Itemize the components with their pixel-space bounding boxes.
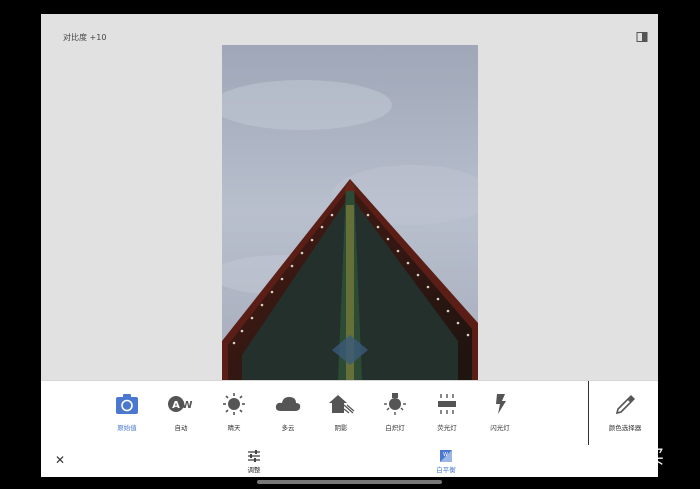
tab-white-balance[interactable]: W 白平衡 [426, 450, 466, 474]
contrast-status: 对比度 +10 [63, 33, 107, 42]
svg-text:A: A [172, 400, 180, 411]
close-icon[interactable]: ✕ [55, 454, 65, 466]
wb-label: 晴天 [227, 424, 241, 432]
tune-icon [248, 450, 260, 462]
device-frame: 对比度 +10 原始值 A W 自动 晴天 多云 阴影 白炽灯 荧光灯 闪光灯 … [0, 0, 700, 489]
wb-label: 闪光灯 [490, 424, 510, 432]
wb-label: 多云 [281, 424, 295, 432]
color-picker-label: 颜色选择器 [608, 424, 642, 432]
color-picker-button[interactable]: 颜色选择器 [598, 393, 652, 432]
wb-preset-original[interactable]: 原始值 [103, 393, 151, 432]
white-balance-icon: W [440, 450, 452, 462]
photo-preview [222, 45, 478, 380]
wb-label: 阴影 [334, 424, 348, 432]
incandescent-bulb-icon [384, 393, 406, 415]
tab-label: 白平衡 [436, 466, 456, 474]
wb-label: 自动 [174, 424, 188, 432]
cloud-icon [275, 397, 301, 411]
fluorescent-lamp-icon [438, 394, 456, 414]
auto-wb-icon: A W [168, 396, 193, 412]
wb-preset-cloudy[interactable]: 多云 [264, 393, 312, 432]
watermark-logo: 值 [536, 439, 562, 465]
camera-icon [116, 394, 138, 414]
wb-preset-incandescent[interactable]: 白炽灯 [371, 393, 419, 432]
wb-preset-shade[interactable]: 阴影 [317, 393, 365, 432]
watermark: 值 什么值得买 [533, 432, 693, 472]
eyedropper-icon [615, 395, 635, 415]
tab-adjust[interactable]: 调整 [234, 450, 274, 474]
wb-preset-flash[interactable]: 闪光灯 [476, 393, 524, 432]
svg-text:W: W [181, 400, 192, 411]
sun-icon [223, 393, 245, 415]
svg-text:值: 值 [542, 445, 555, 461]
shade-house-icon [329, 395, 355, 414]
editor-screen: 对比度 +10 原始值 A W 自动 晴天 多云 阴影 白炽灯 荧光灯 闪光灯 … [41, 14, 658, 477]
wb-preset-sunny[interactable]: 晴天 [210, 393, 258, 432]
wb-label: 荧光灯 [437, 424, 457, 432]
flash-icon [496, 394, 506, 414]
wb-label: 原始值 [117, 424, 137, 432]
wb-preset-auto[interactable]: A W 自动 [157, 393, 205, 432]
wb-label: 白炽灯 [385, 424, 405, 432]
watermark-text: 什么值得买 [565, 446, 666, 468]
compare-icon[interactable] [636, 31, 648, 43]
svg-text:W: W [443, 452, 448, 458]
home-indicator [257, 480, 442, 484]
tab-label: 调整 [247, 466, 261, 474]
wb-preset-fluorescent[interactable]: 荧光灯 [423, 393, 471, 432]
